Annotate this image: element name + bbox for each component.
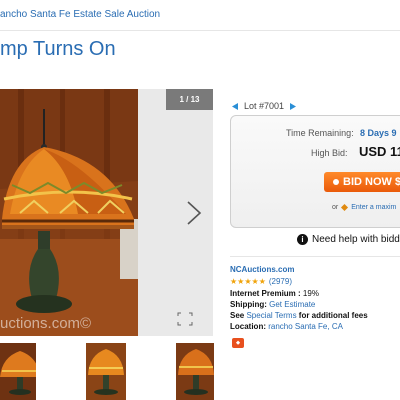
- max-bid-row: or Enter a maxim: [332, 203, 396, 212]
- high-bid-label: High Bid:: [311, 148, 348, 158]
- bid-pin-icon: [333, 179, 339, 185]
- thumbnail-image: [86, 343, 126, 400]
- main-lamp-photo[interactable]: uctions.com©: [0, 89, 138, 336]
- location-link[interactable]: rancho Santa Fe, CA: [268, 322, 343, 331]
- header-divider: [0, 30, 400, 31]
- previous-lot-icon[interactable]: [231, 102, 240, 111]
- thumbnail-3[interactable]: [176, 343, 214, 400]
- shipping-label: Shipping:: [230, 300, 267, 309]
- lamp-photo-image: [0, 89, 138, 336]
- internet-premium-label: Internet Premium :: [230, 289, 301, 298]
- next-lot-icon[interactable]: [288, 102, 297, 111]
- internet-premium-value: 19%: [302, 289, 319, 298]
- time-remaining-label: Time Remaining:: [286, 128, 354, 138]
- see-text: See: [230, 311, 245, 320]
- bid-now-label: BID NOW $: [343, 176, 400, 188]
- next-image-icon[interactable]: [184, 199, 204, 227]
- thumbnail-2[interactable]: [86, 343, 126, 400]
- thumbnail-image: [0, 343, 36, 400]
- bidding-help-text[interactable]: Need help with biddi: [312, 234, 400, 245]
- special-terms-link[interactable]: Special Terms: [246, 311, 296, 320]
- bid-now-button[interactable]: BID NOW $: [324, 172, 400, 192]
- bidding-help[interactable]: i Need help with biddi: [297, 234, 400, 245]
- location-label: Location:: [230, 322, 266, 331]
- share-badge-icon[interactable]: ◆: [232, 338, 244, 348]
- breadcrumb[interactable]: ancho Santa Fe Estate Sale Auction: [0, 9, 160, 20]
- get-estimate-link[interactable]: Get Estimate: [269, 300, 315, 309]
- thumbnail-1[interactable]: [0, 343, 36, 400]
- image-counter: 1 / 13: [166, 89, 213, 110]
- seller-name-link[interactable]: NCAuctions.com: [230, 265, 294, 274]
- lot-number: Lot #7001: [244, 101, 285, 111]
- max-bid-icon: [341, 203, 349, 212]
- fullscreen-icon[interactable]: [176, 311, 194, 327]
- shipping-row: Shipping: Get Estimate: [230, 300, 315, 309]
- page-title: mp Turns On: [0, 38, 116, 60]
- rating-count-link[interactable]: (2979): [269, 277, 292, 286]
- additional-fees-text: for additional fees: [298, 311, 368, 320]
- thumbnail-image: [176, 343, 214, 400]
- star-rating-icon: ★★★★★: [230, 277, 266, 286]
- watermark-text: uctions.com©: [0, 315, 92, 332]
- lot-navigation: Lot #7001: [231, 101, 297, 111]
- internet-premium-row: Internet Premium : 19%: [230, 289, 319, 298]
- info-icon: i: [297, 234, 308, 245]
- high-bid-value: USD 11.: [359, 144, 400, 159]
- seller-rating: ★★★★★ (2979): [230, 277, 292, 286]
- time-remaining-value: 8 Days 9: [360, 128, 397, 138]
- or-text: or: [332, 204, 339, 211]
- special-terms-row: See Special Terms for additional fees: [230, 311, 368, 320]
- section-divider: [230, 256, 400, 257]
- enter-max-bid-link[interactable]: Enter a maxim: [351, 204, 396, 211]
- location-row: Location: rancho Santa Fe, CA: [230, 322, 343, 331]
